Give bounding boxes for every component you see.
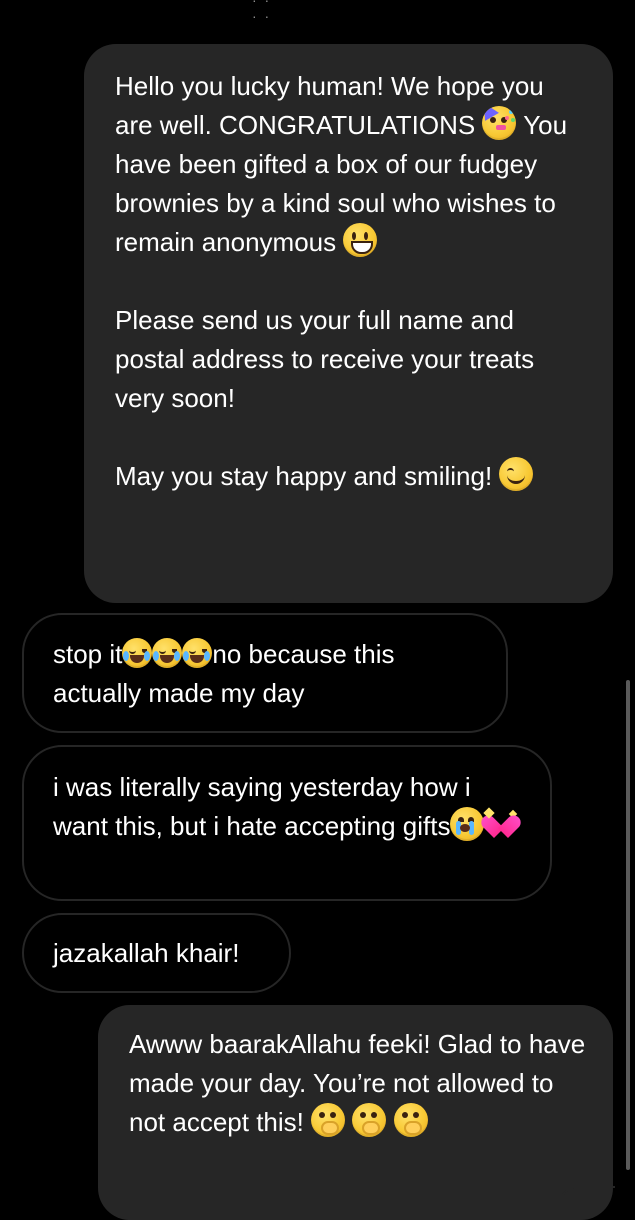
hand-over-mouth-emoji [311, 1103, 346, 1137]
message-paragraph: stop it no because this actually made my … [53, 635, 486, 713]
smiling-face-emoji [499, 457, 534, 491]
cut-off-status-fragment: · · · · [252, 0, 272, 24]
message-bubble-sent[interactable]: Awww baarakAllahu feeki! Glad to have ma… [98, 1005, 613, 1220]
scrollbar-thumb[interactable] [626, 680, 630, 1170]
message-paragraph: Hello you lucky human! We hope you are w… [115, 67, 587, 262]
tears-of-joy-emoji [122, 638, 153, 668]
loudly-crying-face-emoji [450, 807, 485, 841]
message-text: May you stay happy and smiling! [115, 461, 500, 491]
message-bubble-sent[interactable]: Hello you lucky human! We hope you are w… [84, 44, 613, 603]
message-bubble-received[interactable]: jazakallah khair! [22, 913, 291, 993]
message-bubble-received[interactable]: i was literally saying yesterday how i w… [22, 745, 552, 901]
message-bubble-received[interactable]: stop it no because this actually made my … [22, 613, 508, 733]
message-paragraph: May you stay happy and smiling! [115, 457, 587, 496]
hand-over-mouth-emoji [393, 1103, 428, 1137]
message-paragraph: i was literally saying yesterday how i w… [53, 768, 530, 846]
party-face-emoji [482, 106, 517, 140]
hand-over-mouth-emoji [352, 1103, 387, 1137]
message-text: Please send us your full name and postal… [115, 305, 542, 413]
message-text: jazakallah khair! [53, 938, 240, 968]
tears-of-joy-emoji [182, 638, 213, 668]
grinning-face-emoji [343, 223, 378, 257]
message-text: stop it [53, 639, 123, 669]
message-paragraph: Awww baarakAllahu feeki! Glad to have ma… [129, 1025, 593, 1142]
next-message-edge [559, 1186, 615, 1204]
message-text: i was literally saying yesterday how i w… [53, 772, 478, 841]
message-paragraph: jazakallah khair! [53, 934, 269, 973]
tears-of-joy-emoji [152, 638, 183, 668]
sparkling-heart-emoji [483, 807, 518, 841]
message-paragraph: Please send us your full name and postal… [115, 301, 587, 418]
